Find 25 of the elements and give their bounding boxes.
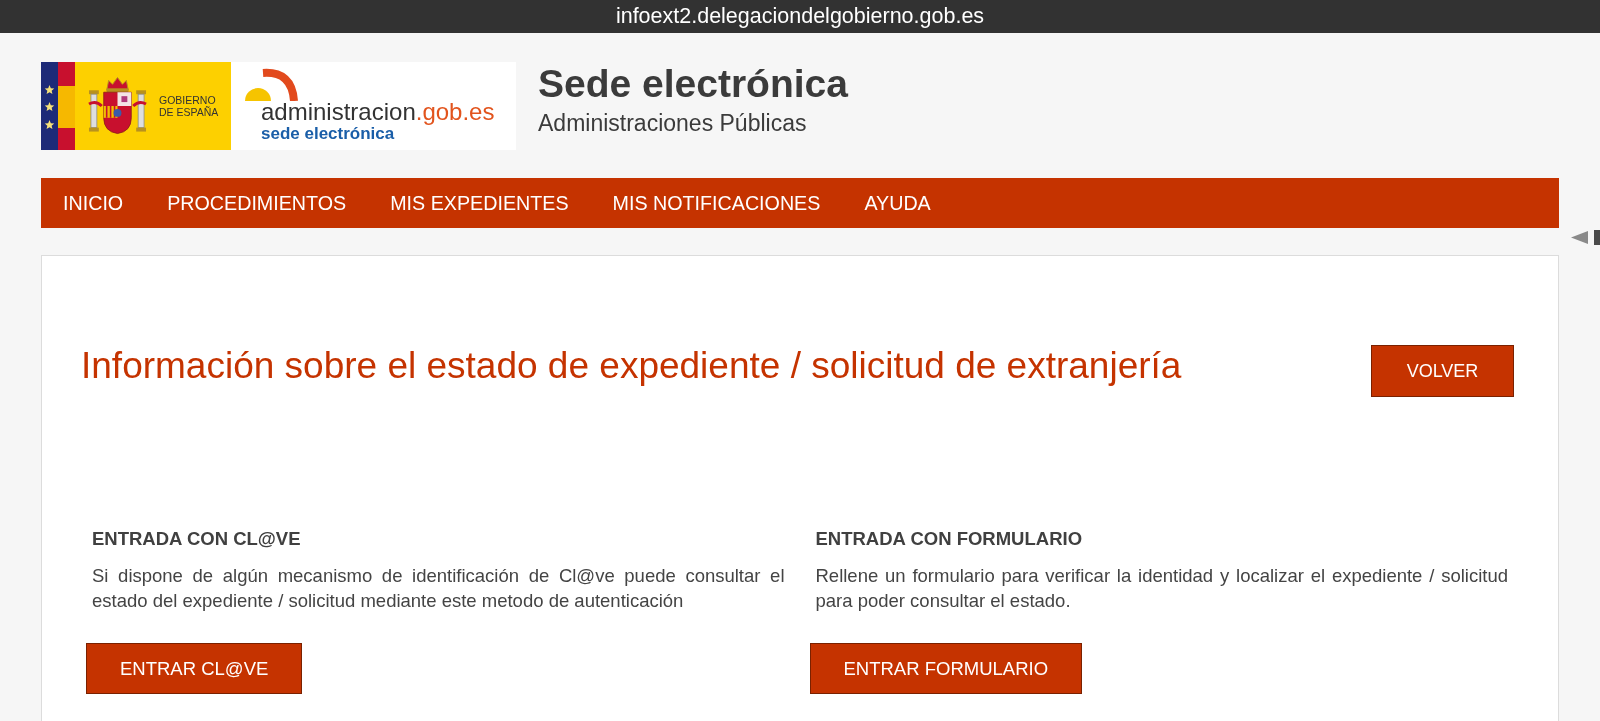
nav-link[interactable]: MIS NOTIFICACIONES xyxy=(590,191,843,215)
section-text: Rellene un formulario para verificar la identidad y localizar el expediente / solicitud para poder consultar el estado. xyxy=(814,564,1509,613)
section-text: Si dispone de algún mecanismo de identificación de Cl@ve puede consultar el estado del expediente / solicitud mediante este metodo de autenticación xyxy=(91,564,786,613)
swoosh-icon xyxy=(243,68,299,101)
entry-button[interactable]: ENTRAR CL@VE xyxy=(86,643,303,694)
nav-link[interactable]: INICIO xyxy=(41,191,146,215)
back-button[interactable]: VOLVER xyxy=(1371,345,1514,397)
nav-link[interactable]: AYUDA xyxy=(842,191,953,215)
coat-of-arms-icon xyxy=(88,76,147,136)
section-heading: ENTRADA CON CL@VE xyxy=(91,527,302,551)
entry-button[interactable]: ENTRAR FORMULARIO xyxy=(809,643,1083,694)
nav-link[interactable]: MIS EXPEDIENTES xyxy=(368,191,591,215)
logo-tagline: sede electrónica xyxy=(261,124,396,143)
star-icon xyxy=(44,120,55,130)
site-subtitle: Administraciones Públicas xyxy=(538,109,808,137)
site-title: Sede electrónica xyxy=(538,62,848,106)
section-heading: ENTRADA CON FORMULARIO xyxy=(814,527,1083,551)
logo-wordmark: administracion.gob.es xyxy=(261,101,496,123)
star-icon xyxy=(44,85,55,95)
star-icon xyxy=(44,102,55,112)
page-title: Información sobre el estado de expediente / solicitud de extranjería xyxy=(81,345,1182,386)
url-text: infoext2.delegaciondelgobierno.gob.es xyxy=(615,4,985,29)
logo-text: GOBIERNO DE ESPAÑA xyxy=(159,94,219,118)
left-triangle-icon[interactable] xyxy=(1571,231,1588,244)
nav-link[interactable]: PROCEDIMIENTOS xyxy=(145,191,369,215)
